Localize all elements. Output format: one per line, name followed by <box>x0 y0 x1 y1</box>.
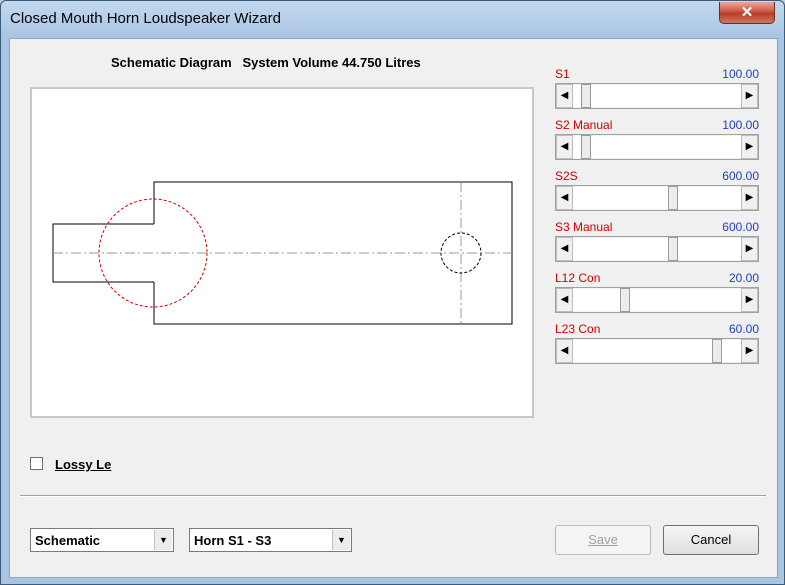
right-arrow-icon[interactable]: ▶ <box>741 135 758 159</box>
slider-thumb[interactable] <box>667 186 678 210</box>
window-title: Closed Mouth Horn Loudspeaker Wizard <box>10 10 281 27</box>
left-arrow-icon[interactable]: ◀ <box>556 186 573 210</box>
save-button[interactable]: Save <box>555 525 651 555</box>
l23-con-slider[interactable]: ◀ ▶ <box>555 338 759 364</box>
left-arrow-icon[interactable]: ◀ <box>556 237 573 261</box>
wizard-window: Closed Mouth Horn Loudspeaker Wizard ✕ S… <box>0 0 785 585</box>
param-value: 100.00 <box>722 67 759 81</box>
slider-thumb[interactable] <box>712 339 723 363</box>
horn-select-value: Horn S1 - S3 <box>194 533 272 548</box>
left-arrow-icon[interactable]: ◀ <box>556 339 573 363</box>
param-name: S2S <box>555 169 578 183</box>
param-name: L23 Con <box>555 322 601 336</box>
slider-track[interactable] <box>573 85 741 107</box>
separator <box>20 495 766 497</box>
param-value: 20.00 <box>728 271 759 285</box>
save-label: Save <box>588 532 618 547</box>
slider-track[interactable] <box>573 187 741 209</box>
chevron-down-icon[interactable]: ▼ <box>332 530 350 550</box>
s2s-slider[interactable]: ◀ ▶ <box>555 185 759 211</box>
param-name: S2 Manual <box>555 118 613 132</box>
right-arrow-icon[interactable]: ▶ <box>741 339 758 363</box>
schematic-panel <box>30 87 534 418</box>
left-arrow-icon[interactable]: ◀ <box>556 135 573 159</box>
chevron-down-icon[interactable]: ▼ <box>154 530 172 550</box>
right-arrow-icon[interactable]: ▶ <box>741 186 758 210</box>
slider-track[interactable] <box>573 136 741 158</box>
slider-thumb[interactable] <box>580 84 591 108</box>
param-l23-con: L23 Con 60.00 ◀ ▶ <box>555 322 759 372</box>
param-s2-manual: S2 Manual 100.00 ◀ ▶ <box>555 118 759 168</box>
view-select-value: Schematic <box>35 533 101 548</box>
param-name: S1 <box>555 67 570 81</box>
s2-manual-slider[interactable]: ◀ ▶ <box>555 134 759 160</box>
horn-select[interactable]: Horn S1 - S3 ▼ <box>189 528 352 552</box>
param-value: 60.00 <box>728 322 759 336</box>
left-arrow-icon[interactable]: ◀ <box>556 288 573 312</box>
close-button[interactable]: ✕ <box>719 2 775 24</box>
right-arrow-icon[interactable]: ▶ <box>741 84 758 108</box>
dialog-body: Schematic Diagram System Volume 44.750 L… <box>9 38 778 578</box>
l12-con-slider[interactable]: ◀ ▶ <box>555 287 759 313</box>
lossy-le-checkbox[interactable] <box>30 457 43 470</box>
slider-thumb[interactable] <box>580 135 591 159</box>
lossy-le-label-text: Lossy Le <box>55 457 112 472</box>
param-name: L12 Con <box>555 271 601 285</box>
right-arrow-icon[interactable]: ▶ <box>741 237 758 261</box>
lossy-le-label[interactable]: Lossy Le <box>55 457 111 472</box>
slider-track[interactable] <box>573 238 741 260</box>
right-arrow-icon[interactable]: ▶ <box>741 288 758 312</box>
cancel-button[interactable]: Cancel <box>663 525 759 555</box>
s1-slider[interactable]: ◀ ▶ <box>555 83 759 109</box>
param-s1: S1 100.00 ◀ ▶ <box>555 67 759 117</box>
slider-track[interactable] <box>573 289 741 311</box>
title-bar: Closed Mouth Horn Loudspeaker Wizard ✕ <box>1 1 784 37</box>
slider-thumb[interactable] <box>667 237 678 261</box>
param-s3-manual: S3 Manual 600.00 ◀ ▶ <box>555 220 759 270</box>
slider-thumb[interactable] <box>620 288 631 312</box>
param-value: 100.00 <box>722 118 759 132</box>
schematic-drawing <box>52 181 513 325</box>
view-select[interactable]: Schematic ▼ <box>30 528 174 552</box>
s3-manual-slider[interactable]: ◀ ▶ <box>555 236 759 262</box>
param-l12-con: L12 Con 20.00 ◀ ▶ <box>555 271 759 321</box>
close-icon: ✕ <box>740 4 754 21</box>
param-s2s: S2S 600.00 ◀ ▶ <box>555 169 759 219</box>
param-name: S3 Manual <box>555 220 613 234</box>
param-value: 600.00 <box>722 169 759 183</box>
diagram-header: Schematic Diagram System Volume 44.750 L… <box>111 55 421 70</box>
param-value: 600.00 <box>722 220 759 234</box>
left-arrow-icon[interactable]: ◀ <box>556 84 573 108</box>
